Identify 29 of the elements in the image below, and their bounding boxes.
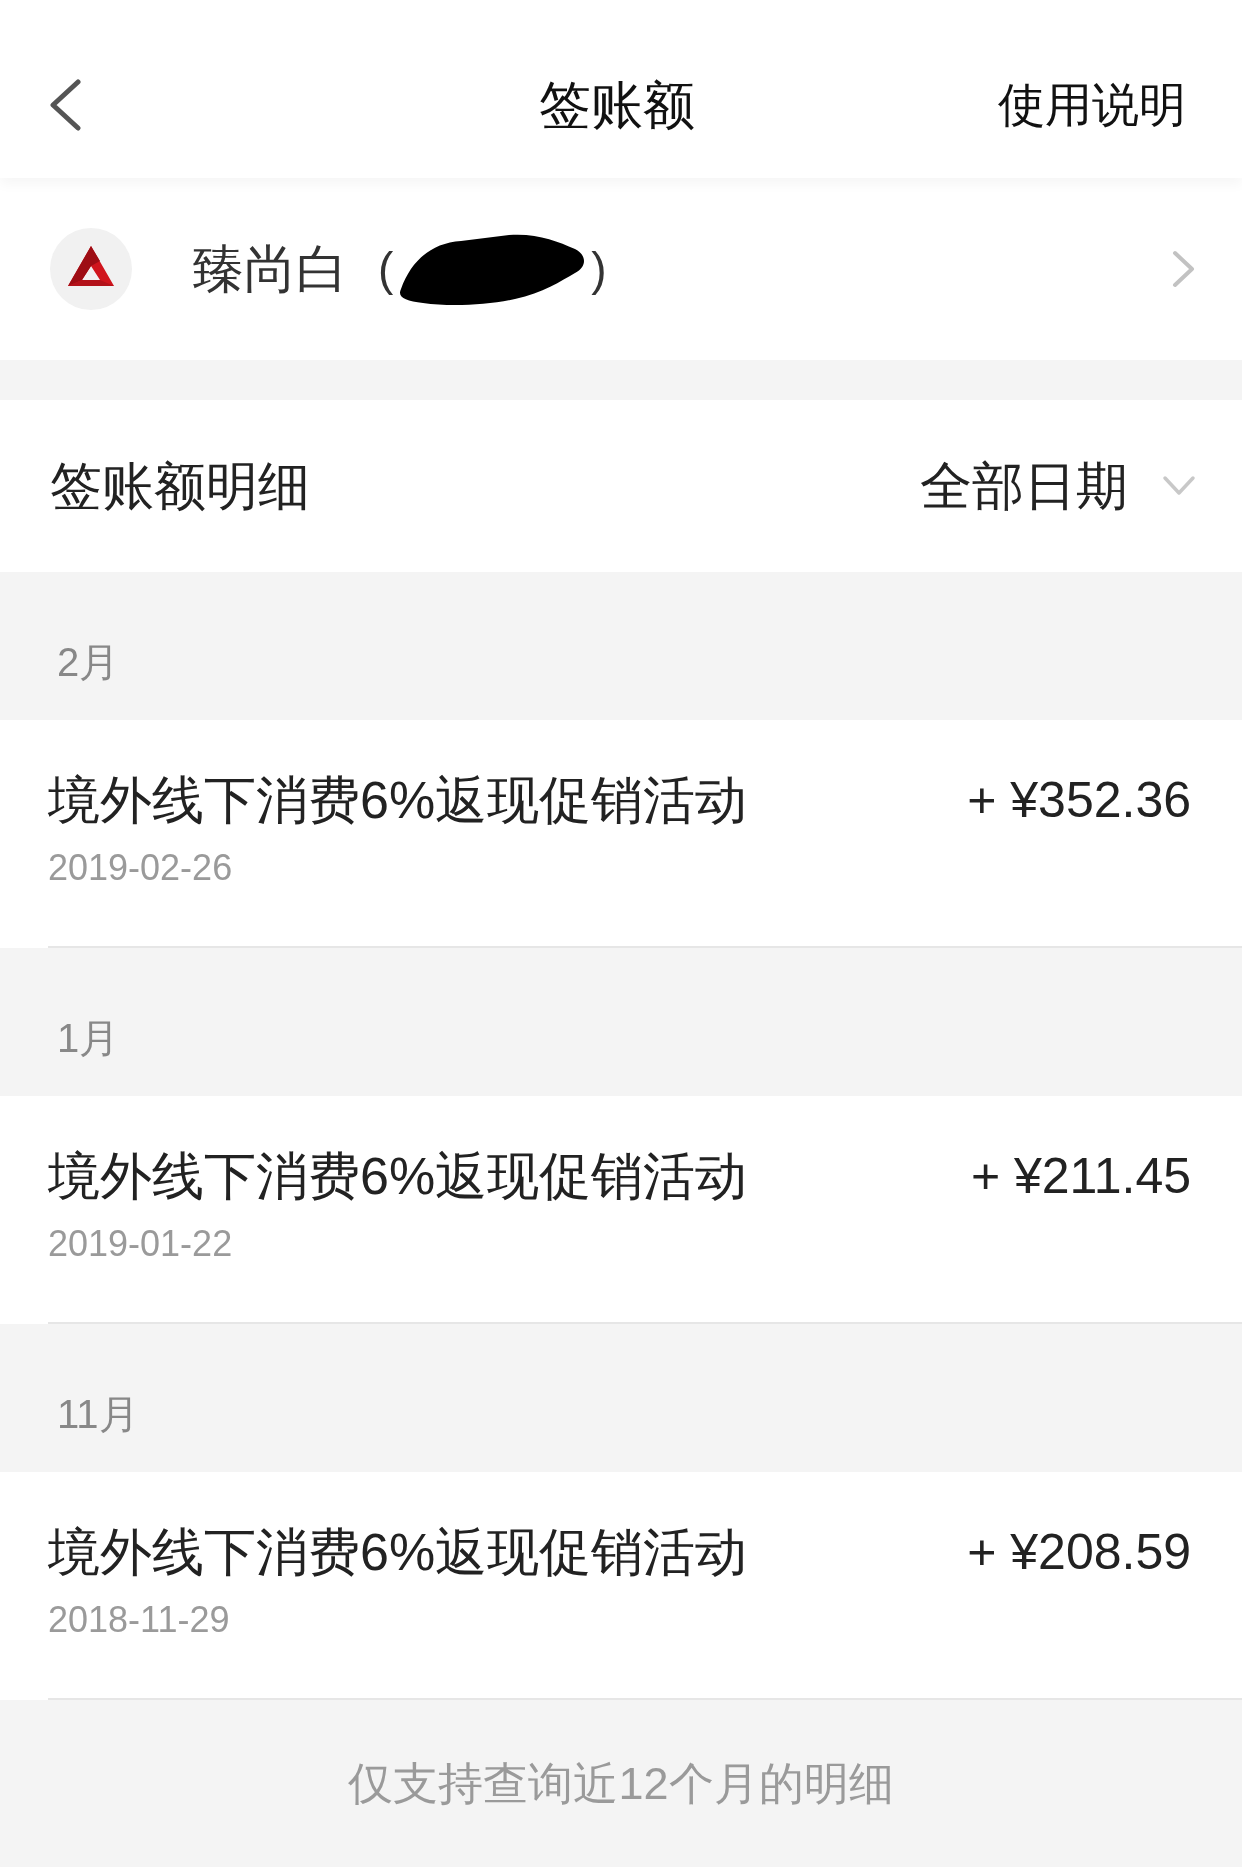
month-label: 1月 xyxy=(57,1015,120,1062)
transaction-date: 2018-11-29 xyxy=(48,1598,230,1642)
transaction-amount: + ¥208.59 xyxy=(967,1523,1191,1582)
date-filter-button[interactable]: 全部日期 xyxy=(920,454,1196,518)
transaction-date: 2019-01-22 xyxy=(48,1222,233,1266)
chevron-right-icon xyxy=(1172,250,1196,288)
transaction-date: 2019-02-26 xyxy=(48,846,233,890)
month-label: 2月 xyxy=(57,639,120,686)
page-title: 签账额 xyxy=(539,75,695,136)
transaction-title: 境外线下消费6%返现促销活动 xyxy=(48,1146,748,1207)
footer-note: 仅支持查询近12个月的明细 xyxy=(348,1756,894,1811)
details-title: 签账额明细 xyxy=(50,456,310,517)
transaction-row[interactable]: 境外线下消费6%返现促销活动 2018-11-29 + ¥208.59 xyxy=(0,1472,1242,1700)
transaction-row[interactable]: 境外线下消费6%返现促销活动 2019-02-26 + ¥352.36 xyxy=(0,720,1242,948)
card-number-open-paren: ( xyxy=(378,242,394,297)
back-button[interactable] xyxy=(48,79,82,131)
transaction-amount: + ¥352.36 xyxy=(967,771,1191,830)
card-name: 臻尚白 xyxy=(192,239,348,300)
transaction-title: 境外线下消费6%返现促销活动 xyxy=(48,770,748,831)
transaction-row[interactable]: 境外线下消费6%返现促销活动 2019-01-22 + ¥211.45 xyxy=(0,1096,1242,1324)
chevron-down-icon xyxy=(1162,475,1196,497)
triangle-logo-icon xyxy=(50,228,132,310)
instructions-link[interactable]: 使用说明 xyxy=(998,73,1186,137)
chevron-left-icon xyxy=(48,79,82,131)
card-number-close-paren: ) xyxy=(591,242,607,297)
card-row[interactable]: 臻尚白 ( ) xyxy=(0,178,1242,360)
transaction-amount: + ¥211.45 xyxy=(970,1147,1191,1206)
transaction-title: 境外线下消费6%返现促销活动 xyxy=(48,1522,748,1583)
month-label: 11月 xyxy=(57,1391,139,1438)
